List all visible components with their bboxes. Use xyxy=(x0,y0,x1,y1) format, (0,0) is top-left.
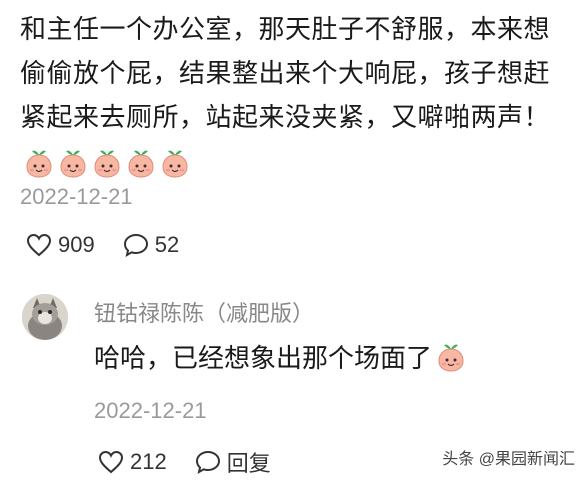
post-actions: 909 52 xyxy=(26,232,207,258)
heart-icon xyxy=(98,450,124,474)
reply-content: 哈哈，已经想象出那个场面了 xyxy=(94,338,466,375)
reply-date: 2022-12-21 xyxy=(94,398,207,423)
post-text: 和主任一个办公室，那天肚子不舒服，本来想偷偷放个屁，结果整出来个大响屁，孩子想赶… xyxy=(20,15,551,133)
post-content: 和主任一个办公室，那天肚子不舒服，本来想偷偷放个屁，结果整出来个大响屁，孩子想赶… xyxy=(20,8,575,185)
peach-face-emoji xyxy=(60,150,86,178)
avatar[interactable] xyxy=(22,294,68,340)
reply-like-count: 212 xyxy=(130,449,167,474)
comment-count: 52 xyxy=(154,232,180,257)
peach-face-emoji xyxy=(26,150,52,178)
reply-actions: 212 回复 xyxy=(98,446,299,478)
like-count: 909 xyxy=(58,232,95,257)
comment-icon xyxy=(195,450,220,474)
reply-username[interactable]: 钮钴禄陈陈（减肥版） xyxy=(94,296,314,328)
like-button[interactable]: 909 xyxy=(26,232,95,258)
peach-face-emoji xyxy=(438,344,464,372)
reply-text: 哈哈，已经想象出那个场面了 xyxy=(94,344,433,374)
watermark: 头条 @果园新闻汇 xyxy=(442,451,575,468)
reply-button[interactable]: 回复 xyxy=(195,446,271,478)
comment-button[interactable]: 52 xyxy=(123,232,179,258)
peach-face-emoji xyxy=(162,150,188,178)
peach-face-emoji xyxy=(128,150,154,178)
emoji-row xyxy=(432,341,466,373)
comment-icon xyxy=(123,233,148,257)
post-date: 2022-12-21 xyxy=(20,184,133,209)
heart-icon xyxy=(26,233,52,257)
reply-label: 回复 xyxy=(226,451,271,476)
reply-like-button[interactable]: 212 xyxy=(98,449,167,475)
emoji-row xyxy=(20,141,190,185)
cat-avatar-image xyxy=(22,294,68,340)
peach-face-emoji xyxy=(94,150,120,178)
